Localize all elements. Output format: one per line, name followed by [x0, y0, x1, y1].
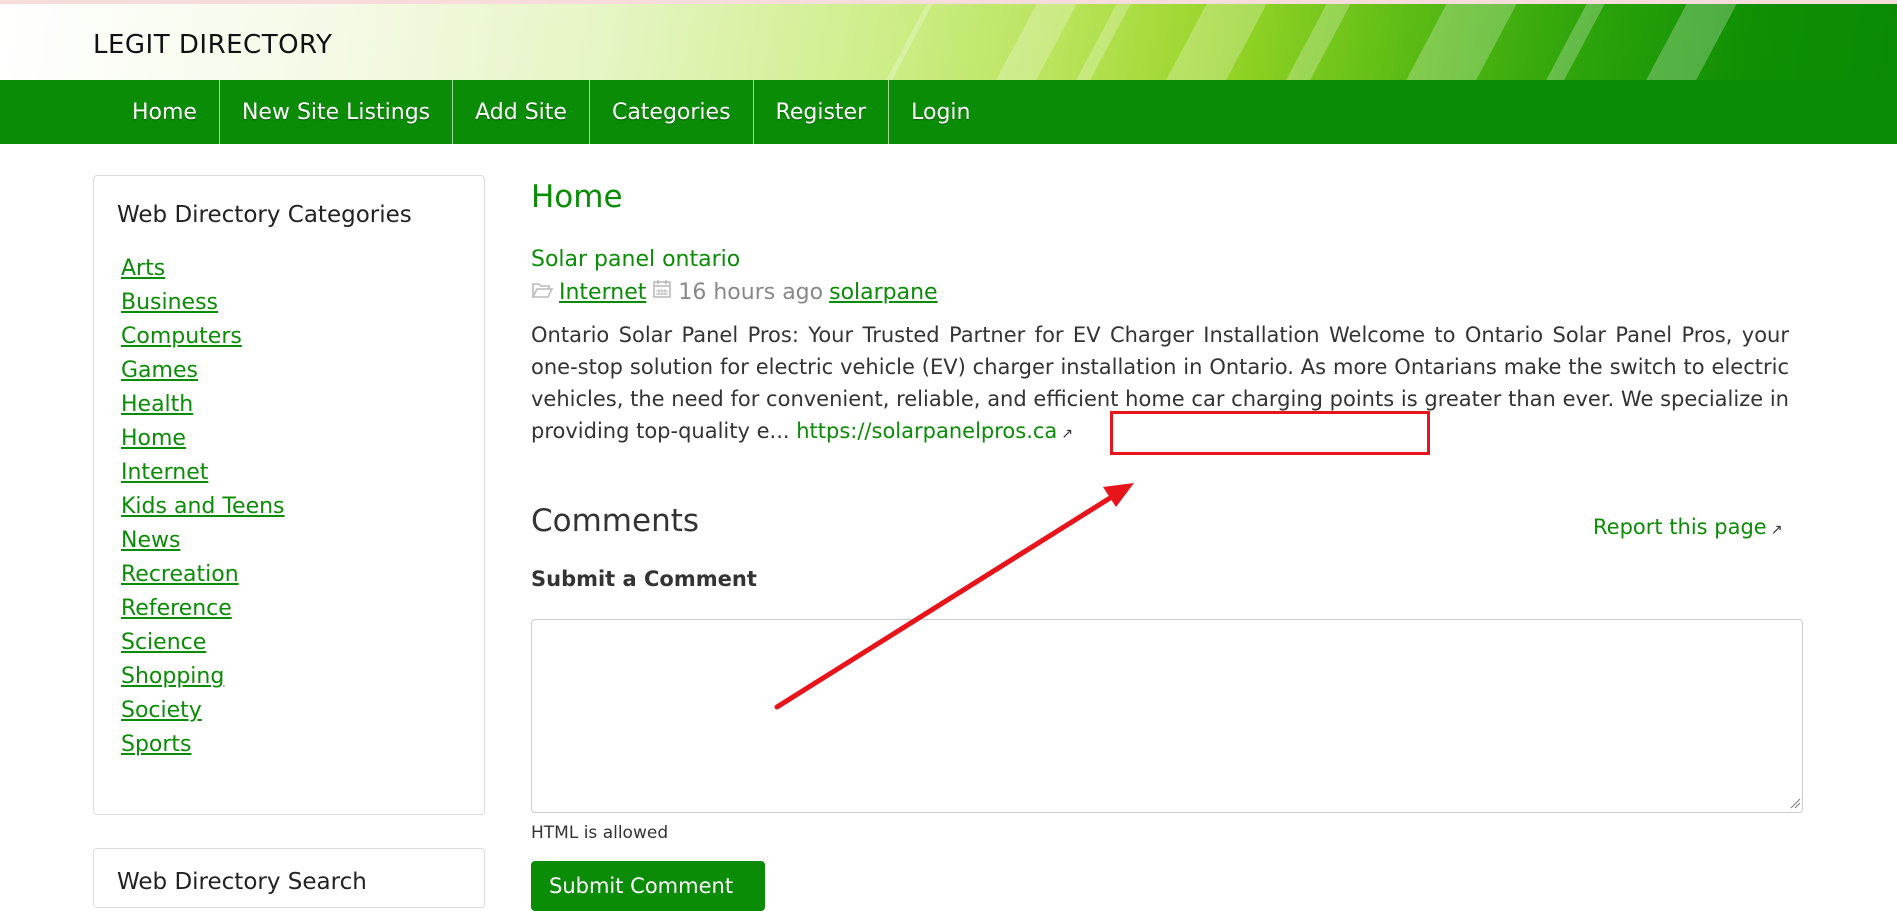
category-link-kids-and-teens[interactable]: Kids and Teens — [121, 494, 285, 519]
search-panel: Web Directory Search — [93, 848, 485, 908]
nav-home[interactable]: Home — [112, 80, 220, 144]
site-title[interactable]: LEGIT DIRECTORY — [93, 30, 332, 60]
category-list: Arts Business Computers Games Health Hom… — [121, 256, 285, 766]
category-link-business[interactable]: Business — [121, 290, 218, 315]
resize-grip-icon[interactable] — [1789, 797, 1801, 809]
category-link-reference[interactable]: Reference — [121, 596, 232, 621]
listing-meta: Internet 16 hours ago solarpane — [531, 279, 938, 305]
external-link-icon: ↗ — [1061, 426, 1074, 442]
comments-heading: Comments — [531, 503, 700, 539]
report-page-link[interactable]: Report this page ↗ — [1593, 515, 1782, 539]
search-panel-title: Web Directory Search — [117, 869, 367, 895]
category-link-news[interactable]: News — [121, 528, 180, 553]
external-link-icon: ↗ — [1770, 522, 1783, 538]
category-link-society[interactable]: Society — [121, 698, 202, 723]
folder-open-icon — [531, 280, 554, 305]
listing-time: 16 hours ago — [678, 279, 824, 305]
nav-register[interactable]: Register — [754, 80, 890, 144]
category-link-games[interactable]: Games — [121, 358, 198, 383]
nav-add-site[interactable]: Add Site — [453, 80, 590, 144]
listing-category-link[interactable]: Internet — [559, 280, 646, 305]
category-link-sports[interactable]: Sports — [121, 732, 192, 757]
report-page-text: Report this page — [1593, 515, 1767, 539]
submit-comment-button[interactable]: Submit Comment — [531, 861, 765, 911]
listing-author-link[interactable]: solarpane — [829, 280, 938, 305]
category-link-arts[interactable]: Arts — [121, 256, 165, 281]
main-nav: Home New Site Listings Add Site Categori… — [0, 80, 1897, 144]
category-link-computers[interactable]: Computers — [121, 324, 242, 349]
calendar-icon — [652, 279, 672, 305]
comment-textarea[interactable] — [531, 619, 1803, 813]
category-link-internet[interactable]: Internet — [121, 460, 208, 485]
category-link-science[interactable]: Science — [121, 630, 206, 655]
category-link-recreation[interactable]: Recreation — [121, 562, 239, 587]
listing-title-link[interactable]: Solar panel ontario — [531, 247, 740, 272]
nav-login[interactable]: Login — [889, 80, 992, 144]
listing-url-text: https://solarpanelpros.ca — [796, 419, 1058, 443]
header-banner: LEGIT DIRECTORY — [0, 0, 1897, 80]
submit-comment-heading: Submit a Comment — [531, 567, 757, 591]
category-link-home[interactable]: Home — [121, 426, 186, 451]
categories-title: Web Directory Categories — [117, 202, 412, 228]
categories-panel: Web Directory Categories Arts Business C… — [93, 175, 485, 815]
category-link-shopping[interactable]: Shopping — [121, 664, 224, 689]
nav-new-site-listings[interactable]: New Site Listings — [220, 80, 454, 144]
nav-categories[interactable]: Categories — [590, 80, 754, 144]
listing-url-link[interactable]: https://solarpanelpros.ca ↗ — [796, 419, 1073, 443]
page-title: Home — [531, 179, 623, 215]
category-link-health[interactable]: Health — [121, 392, 193, 417]
annotation-highlight-box — [1110, 411, 1430, 455]
html-allowed-note: HTML is allowed — [531, 823, 669, 843]
